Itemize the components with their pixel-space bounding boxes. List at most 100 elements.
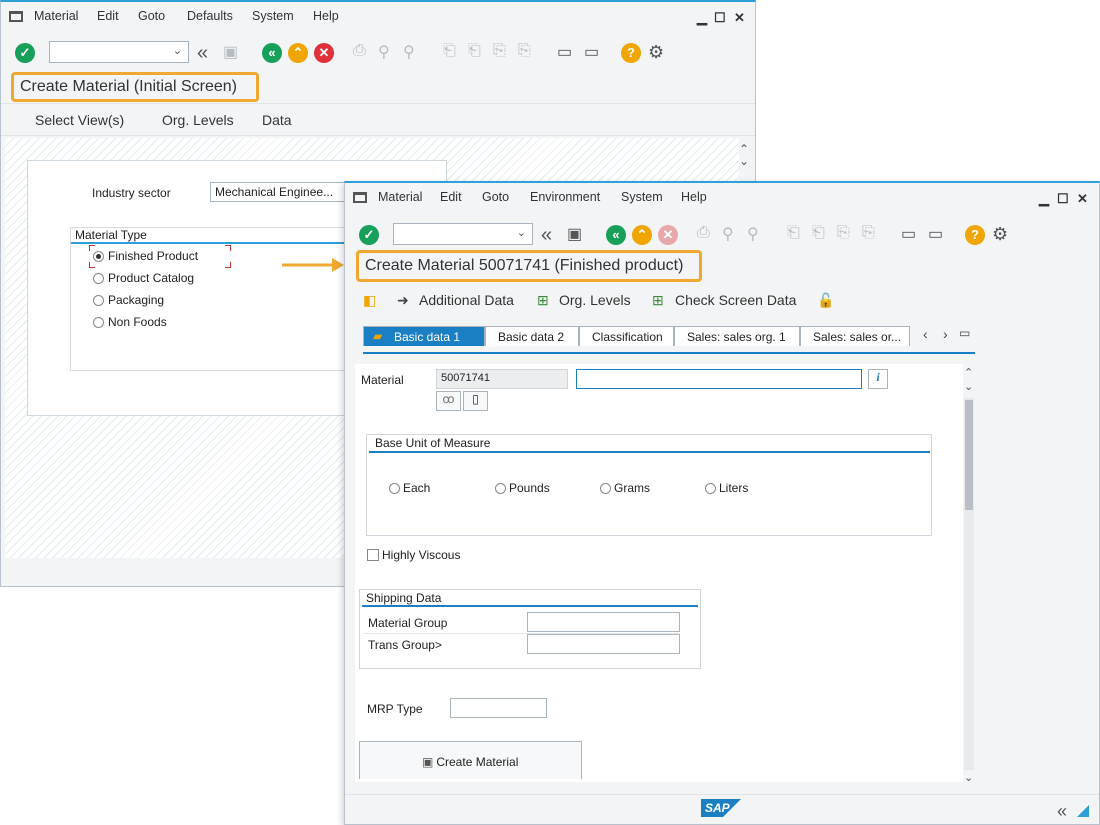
tab-sales-org-1[interactable]: Sales: sales org. 1 [674,326,800,346]
menu-edit[interactable]: Edit [440,190,462,204]
find-icon[interactable]: ⚲ [378,42,390,62]
menu-system[interactable]: System [621,190,663,204]
radio-packaging[interactable] [93,295,104,306]
help-icon[interactable]: ? [965,225,985,245]
find-icon[interactable]: ⚲ [722,224,734,244]
first-page-icon[interactable]: ⎗ [787,224,800,242]
resize-grip-icon[interactable] [1077,805,1089,817]
radio-pounds[interactable] [495,483,506,494]
shortcut-icon[interactable]: ▭ [928,224,943,244]
highly-viscous-checkbox[interactable] [367,549,379,561]
enter-icon[interactable]: ✓ [359,225,379,245]
exit-icon[interactable]: ⌃ [632,225,652,245]
tab-classification[interactable]: Classification [579,326,674,346]
scrollbar-thumb[interactable] [965,400,973,510]
scroll-down-icon[interactable]: ⌄ [739,154,749,168]
cancel-icon[interactable]: ✕ [314,43,334,63]
exit-icon[interactable]: ⌃ [288,43,308,63]
display-icon[interactable]: ꝏ [436,391,461,411]
radio-each[interactable] [389,483,400,494]
menu-edit[interactable]: Edit [97,9,119,23]
menu-environment[interactable]: Environment [530,190,600,204]
lock-icon[interactable]: 🔓 [817,292,834,309]
select-views-button[interactable]: Select View(s) [35,112,124,128]
next-page-icon[interactable]: ⎘ [837,224,850,242]
shortcut-icon[interactable]: ▭ [584,42,599,62]
find-next-icon[interactable]: ⚲ [747,224,759,244]
radio-liters[interactable] [705,483,716,494]
menu-help[interactable]: Help [313,9,339,23]
previous-page-icon[interactable]: ⎗ [468,42,481,60]
menu-icon[interactable] [9,11,23,22]
additional-data-button[interactable]: Additional Data [419,292,514,308]
menu-goto[interactable]: Goto [138,9,165,23]
radio-product-catalog[interactable] [93,273,104,284]
other-material-icon[interactable]: ◧ [363,292,376,309]
gear-icon[interactable]: ⚙ [648,42,664,63]
radio-label: Finished Product [108,249,199,263]
back-icon[interactable]: « [606,225,626,245]
org-levels-button[interactable]: Org. Levels [559,292,631,308]
highly-viscous-label: Highly Viscous [382,548,461,562]
menu-goto[interactable]: Goto [482,190,509,204]
create-session-icon[interactable]: ▭ [901,224,916,244]
tab-sales-org-2[interactable]: Sales: sales or... [800,326,910,346]
menu-material[interactable]: Material [34,9,78,23]
menu-defaults[interactable]: Defaults [187,9,233,23]
minimize-icon[interactable]: ▁ [1039,191,1049,207]
maximize-icon[interactable]: ☐ [714,10,726,26]
enter-icon[interactable]: ✓ [15,43,35,63]
radio-non-foods[interactable] [93,317,104,328]
create-material-button[interactable]: ▣ Create Material [359,741,582,779]
save-icon[interactable]: ▣ [567,224,582,244]
help-icon[interactable]: ? [621,43,641,63]
scroll-down-icon[interactable]: ⌄ [964,771,973,784]
maximize-icon[interactable]: ☐ [1057,191,1069,207]
first-page-icon[interactable]: ⎗ [443,42,456,60]
tab-list-icon[interactable]: ▭ [959,326,970,340]
vertical-scrollbar[interactable] [964,398,974,770]
command-field[interactable]: ⌄ [393,223,533,245]
menu-system[interactable]: System [252,9,294,23]
data-button[interactable]: Data [262,112,292,128]
gear-icon[interactable]: ⚙ [992,224,1008,245]
radio-finished-product[interactable] [93,251,104,262]
menu-help[interactable]: Help [681,190,707,204]
close-icon[interactable]: ✕ [734,10,745,26]
double-left-icon[interactable]: « [1057,801,1067,822]
find-next-icon[interactable]: ⚲ [403,42,415,62]
menu-icon[interactable] [353,192,367,203]
scroll-up-icon[interactable]: ⌃ [964,366,973,379]
close-icon[interactable]: ✕ [1077,191,1088,207]
last-page-icon[interactable]: ⎘ [518,42,531,60]
chevron-down-icon: ⌄ [516,227,526,239]
info-icon[interactable]: i [868,369,888,389]
material-description-input[interactable] [576,369,862,389]
save-icon[interactable]: ▣ [223,42,238,62]
command-field[interactable]: ⌄ [49,41,189,63]
print-icon[interactable]: ⎙ [697,224,710,242]
menu-material[interactable]: Material [378,190,422,204]
trans-group-input[interactable] [527,634,680,654]
last-page-icon[interactable]: ⎘ [862,224,875,242]
mrp-type-input[interactable] [450,698,547,718]
double-left-icon[interactable]: « [197,42,208,65]
radio-grams[interactable] [600,483,611,494]
tab-left-icon[interactable]: ‹ [923,326,928,342]
previous-page-icon[interactable]: ⎗ [812,224,825,242]
create-session-icon[interactable]: ▭ [557,42,572,62]
tab-right-icon[interactable]: › [943,326,948,342]
org-levels-button[interactable]: Org. Levels [162,112,234,128]
cancel-icon[interactable]: ✕ [658,225,678,245]
check-screen-data-button[interactable]: Check Screen Data [675,292,796,308]
industry-sector-dropdown[interactable]: Mechanical Enginee... [210,182,360,202]
tab-basic-data-2[interactable]: Basic data 2 [485,326,579,346]
double-left-icon[interactable]: « [541,224,552,247]
scroll-down-icon[interactable]: ⌄ [964,380,973,393]
material-group-input[interactable] [527,612,680,632]
next-page-icon[interactable]: ⎘ [493,42,506,60]
minimize-icon[interactable]: ▁ [697,10,707,26]
document-icon[interactable]: ▯ [463,391,488,411]
back-icon[interactable]: « [262,43,282,63]
print-icon[interactable]: ⎙ [353,42,366,60]
